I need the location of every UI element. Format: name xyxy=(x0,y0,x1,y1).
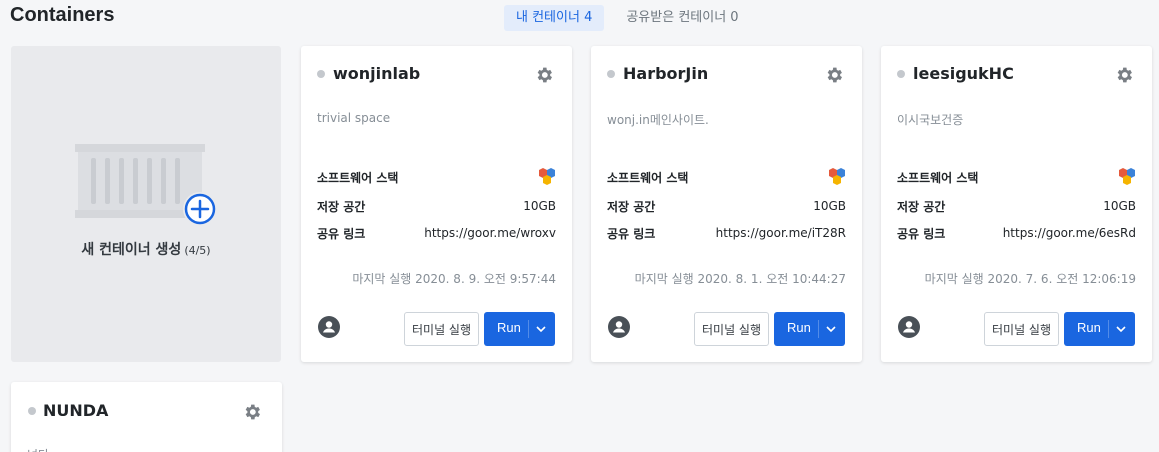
run-label: Run xyxy=(787,320,811,335)
last-run: 마지막 실행 2020. 8. 9. 오전 9:57:44 xyxy=(352,272,556,286)
gear-icon[interactable] xyxy=(1114,65,1134,85)
share-link-row: 공유 링크 https://goor.me/6esRd xyxy=(897,223,1136,243)
page-title: Containers xyxy=(10,4,115,26)
container-name[interactable]: wonjinlab xyxy=(333,64,420,83)
last-run: 마지막 실행 2020. 8. 1. 오전 10:44:27 xyxy=(634,272,846,286)
status-dot xyxy=(28,407,36,415)
storage-row: 저장 공간 10GB xyxy=(897,196,1136,216)
storage-label: 저장 공간 xyxy=(317,199,366,214)
new-container-label: 새 컨테이너 생성 (4/5) xyxy=(11,239,281,259)
share-link-row: 공유 링크 https://goor.me/iT28R xyxy=(607,223,846,243)
user-avatar-icon[interactable] xyxy=(608,316,630,338)
chevron-down-icon[interactable] xyxy=(825,324,837,334)
tab-my-containers[interactable]: 내 컨테이너 4 xyxy=(504,5,605,31)
tab-shared-containers[interactable]: 공유받은 컨테이너 0 xyxy=(614,5,750,31)
storage-value: 10GB xyxy=(813,199,846,213)
stack-label: 소프트웨어 스택 xyxy=(607,170,689,185)
container-name[interactable]: leesigukHC xyxy=(913,64,1014,83)
gear-icon[interactable] xyxy=(242,402,262,422)
stack-label: 소프트웨어 스택 xyxy=(897,170,979,185)
software-stack-icon xyxy=(1119,168,1135,185)
stack-label: 소프트웨어 스택 xyxy=(317,170,399,185)
new-container-card[interactable]: 새 컨테이너 생성 (4/5) xyxy=(11,46,281,362)
container-description: 넌다 xyxy=(27,446,49,452)
container-quota: (4/5) xyxy=(184,244,211,257)
terminal-button[interactable]: 터미널 실행 xyxy=(404,312,479,346)
run-separator xyxy=(528,320,529,338)
chevron-down-icon[interactable] xyxy=(1115,324,1127,334)
status-dot xyxy=(317,70,325,78)
container-card[interactable]: wonjinlab trivial space 소프트웨어 스택 저장 공간 1… xyxy=(301,46,572,362)
storage-label: 저장 공간 xyxy=(607,199,656,214)
container-name[interactable]: NUNDA xyxy=(43,401,108,420)
run-label: Run xyxy=(497,320,521,335)
share-link-value[interactable]: https://goor.me/6esRd xyxy=(1003,226,1136,240)
container-description: trivial space xyxy=(317,111,391,125)
stack-row: 소프트웨어 스택 xyxy=(317,167,556,187)
container-name[interactable]: HarborJin xyxy=(623,64,708,83)
run-separator xyxy=(1108,320,1109,338)
status-dot xyxy=(607,70,615,78)
stack-row: 소프트웨어 스택 xyxy=(897,167,1136,187)
container-card[interactable]: leesigukHC 이시국보건증 소프트웨어 스택 저장 공간 10GB 공유… xyxy=(881,46,1152,362)
software-stack-icon xyxy=(539,168,555,185)
gear-icon[interactable] xyxy=(534,65,554,85)
container-description: 이시국보건증 xyxy=(897,113,964,127)
storage-row: 저장 공간 10GB xyxy=(317,196,556,216)
last-run: 마지막 실행 2020. 7. 6. 오전 12:06:19 xyxy=(924,272,1136,286)
run-button[interactable]: Run xyxy=(484,312,555,346)
storage-value: 10GB xyxy=(523,199,556,213)
run-button[interactable]: Run xyxy=(1064,312,1135,346)
container-description: wonj.in메인사이트. xyxy=(607,113,709,127)
run-label: Run xyxy=(1077,320,1101,335)
user-avatar-icon[interactable] xyxy=(318,316,340,338)
software-stack-icon xyxy=(829,168,845,185)
container-card[interactable]: HarborJin wonj.in메인사이트. 소프트웨어 스택 저장 공간 1… xyxy=(591,46,862,362)
share-link-value[interactable]: https://goor.me/iT28R xyxy=(716,226,846,240)
container-add-icon xyxy=(75,144,217,226)
share-link-label: 공유 링크 xyxy=(897,226,946,241)
share-link-label: 공유 링크 xyxy=(607,226,656,241)
share-link-row: 공유 링크 https://goor.me/wroxv xyxy=(317,223,556,243)
new-container-text: 새 컨테이너 생성 xyxy=(81,242,182,258)
storage-row: 저장 공간 10GB xyxy=(607,196,846,216)
gear-icon[interactable] xyxy=(824,65,844,85)
container-card[interactable]: NUNDA 넌다 xyxy=(11,382,282,452)
stack-row: 소프트웨어 스택 xyxy=(607,167,846,187)
terminal-button[interactable]: 터미널 실행 xyxy=(694,312,769,346)
run-separator xyxy=(818,320,819,338)
share-link-value[interactable]: https://goor.me/wroxv xyxy=(424,226,556,240)
storage-label: 저장 공간 xyxy=(897,199,946,214)
share-link-label: 공유 링크 xyxy=(317,226,366,241)
chevron-down-icon[interactable] xyxy=(535,324,547,334)
status-dot xyxy=(897,70,905,78)
storage-value: 10GB xyxy=(1103,199,1136,213)
user-avatar-icon[interactable] xyxy=(898,316,920,338)
run-button[interactable]: Run xyxy=(774,312,845,346)
container-tabs: 내 컨테이너 4 공유받은 컨테이너 0 xyxy=(504,5,751,31)
terminal-button[interactable]: 터미널 실행 xyxy=(984,312,1059,346)
